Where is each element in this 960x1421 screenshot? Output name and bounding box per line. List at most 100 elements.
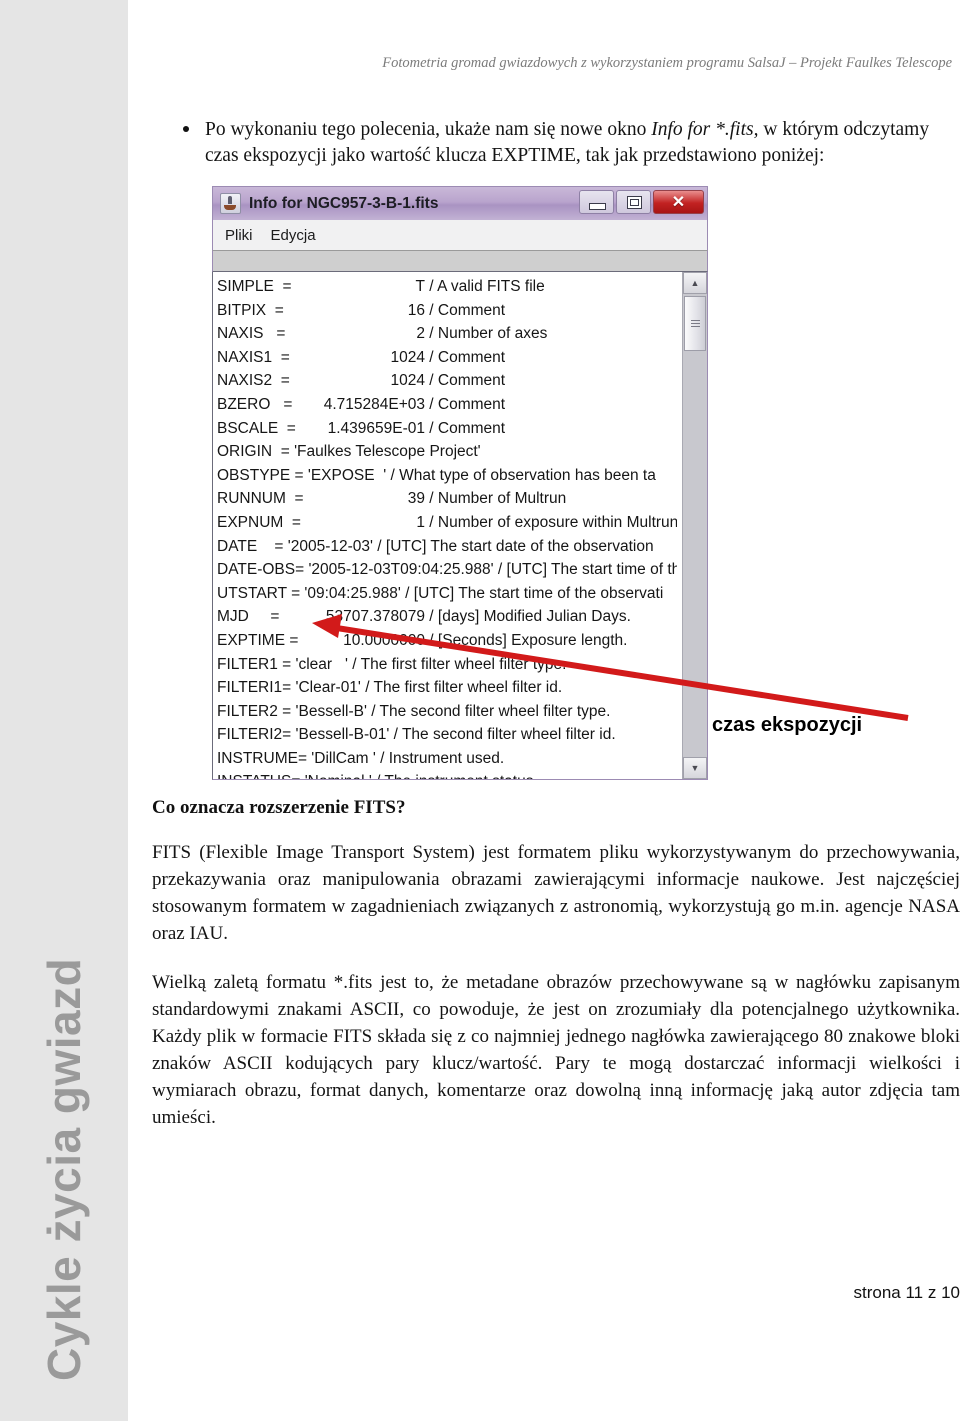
fits-value: 1 [416, 513, 425, 531]
fits-key: FILTER1 = 'clear ' [217, 655, 348, 673]
window-titlebar: Info for NGC957-3-B-1.fits ✕ [212, 186, 708, 220]
paragraph-2: Wielką zaletą formatu *.fits jest to, że… [152, 972, 960, 1128]
close-icon: ✕ [671, 194, 686, 211]
fits-header-line: BSCALE = 1.439659E-01 / Comment [217, 417, 677, 441]
fits-header-line: NAXIS = 2 / Number of axes [217, 322, 677, 346]
scroll-up-arrow-icon[interactable]: ▲ [683, 272, 707, 294]
fits-value: 1024 [390, 348, 425, 366]
fits-comment: / Number of axes [425, 325, 548, 343]
fits-header-line: SIMPLE = T / A valid FITS file [217, 275, 677, 299]
fits-comment: / The second filter wheel filter id. [389, 726, 616, 744]
side-band: Cykle życia gwiazd [0, 0, 128, 1421]
fits-key: ORIGIN = 'Faulkes Telescope Project' [217, 443, 481, 461]
menu-pliki[interactable]: Pliki [225, 227, 253, 244]
close-button[interactable]: ✕ [653, 190, 704, 214]
fits-value: 10.0000000 [343, 631, 425, 649]
fits-header-line: RUNNUM = 39 / Number of Multrun [217, 487, 677, 511]
fits-header-line: MJD = 53707.378079 / [days] Modified Juli… [217, 605, 677, 629]
scrollbar-grip-icon [690, 319, 700, 328]
fits-header-line: FILTER1 = 'clear ' / The first filter wh… [217, 653, 677, 677]
fits-comment: / Comment [425, 395, 506, 413]
fits-comment: / What type of observation has been ta [386, 466, 656, 484]
fits-header-line: FILTER2 = 'Bessell-B' / The second filte… [217, 700, 677, 724]
fits-key: FILTERI2= 'Bessell-B-01' [217, 726, 390, 744]
section-heading: Co oznacza rozszerzenie FITS? [152, 797, 406, 818]
fits-comment: / The first filter wheel filter type. [347, 655, 567, 673]
window-title: Info for NGC957-3-B-1.fits [249, 194, 439, 212]
fits-header-lines: SIMPLE = T / A valid FITS file BITPIX = 16 … [217, 275, 677, 779]
fits-key: INSTRUME= 'DillCam ' [217, 749, 376, 767]
fits-comment: / A valid FITS file [425, 278, 545, 295]
fits-key: DATE = '2005-12-03' [217, 537, 373, 555]
paragraph-1: FITS (Flexible Image Transport System) j… [152, 842, 960, 944]
fits-comment: / The first filter wheel filter id. [360, 679, 563, 697]
fits-key: BZERO = [217, 395, 293, 413]
fits-comment: / [Seconds] Exposure length. [425, 631, 628, 649]
fits-header-line: EXPNUM = 1 / Number of exposure within Mu… [217, 511, 677, 535]
java-coffee-icon [220, 193, 241, 214]
fits-key: NAXIS2 = [217, 372, 290, 390]
fits-header-line: BITPIX = 16 / Comment [217, 299, 677, 323]
fits-header-line: FILTERI1= 'Clear-01' / The first filter … [217, 676, 677, 700]
intro-text-part1: Po wykonaniu tego polecenia, ukaże nam s… [205, 119, 652, 140]
fits-comment: / [UTC] The start time of the observati [400, 584, 664, 602]
fits-comment: / Number of Multrun [425, 490, 567, 508]
fits-key: INSTATUS= 'Nominal ' [217, 770, 372, 779]
fits-key: MJD = [217, 608, 280, 626]
fits-comment: / Instrument used. [375, 749, 505, 767]
intro-block: Po wykonaniu tego polecenia, ukaże nam s… [175, 117, 960, 169]
fits-key: NAXIS1 = [217, 348, 290, 366]
annotation-label: czas ekspozycji [712, 714, 863, 736]
maximize-button[interactable] [616, 190, 651, 214]
fits-header-line: NAXIS2 = 1024 / Comment [217, 369, 677, 393]
fits-value: 16 [407, 301, 425, 319]
fits-header-line: UTSTART = '09:04:25.988' / [UTC] The sta… [217, 582, 677, 606]
fits-header-line: ORIGIN = 'Faulkes Telescope Project' [217, 440, 677, 464]
window-buttons: ✕ [579, 190, 704, 214]
fits-key: EXPNUM = [217, 513, 301, 531]
side-band-label: Cykle życia gwiazd [38, 957, 90, 1381]
fits-header-line: DATE = '2005-12-03' / [UTC] The start da… [217, 535, 677, 559]
fits-comment: / [days] Modified Julian Days. [425, 608, 631, 626]
fits-comment: / Comment [425, 301, 506, 319]
fits-comment: / Comment [425, 419, 506, 437]
fits-value: 2 [416, 325, 425, 343]
fits-key: FILTER2 = 'Bessell-B' [217, 702, 367, 720]
scrollbar-thumb[interactable] [684, 296, 706, 351]
window-toolstrip [212, 250, 708, 272]
fits-value: 53707.378079 [325, 608, 425, 626]
fits-key: FILTERI1= 'Clear-01' [217, 679, 361, 697]
minimize-button[interactable] [579, 190, 614, 214]
running-header: Fotometria gromad gwiazdowych z wykorzys… [382, 55, 952, 71]
fits-value: T [415, 278, 425, 295]
fits-header-line: OBSTYPE = 'EXPOSE ' / What type of obser… [217, 464, 677, 488]
fits-value: 1.439659E-01 [327, 419, 425, 437]
intro-text-italic: Info for *.fits, [651, 119, 759, 140]
page-footer: strona 11 z 10 [853, 1283, 960, 1302]
fits-key: UTSTART = '09:04:25.988' [217, 584, 401, 602]
fits-header-line: INSTATUS= 'Nominal ' / The instrument st… [217, 770, 677, 779]
fits-key: BITPIX = [217, 301, 284, 319]
fits-header-line: BZERO = 4.715284E+03 / Comment [217, 393, 677, 417]
fits-value: 39 [407, 490, 425, 508]
article-body: Co oznacza rozszerzenie FITS? FITS (Flex… [152, 797, 960, 1131]
bullet-dot-icon [183, 126, 189, 132]
vertical-scrollbar[interactable]: ▲ ▼ [682, 272, 707, 779]
window-menubar: Pliki Edycja [212, 220, 708, 250]
fits-key: EXPTIME = [217, 631, 299, 649]
fits-key: RUNNUM = [217, 490, 304, 508]
fits-comment: / Number of exposure within Multrun [425, 513, 677, 531]
fits-key: BSCALE = [217, 419, 296, 437]
fits-comment: / Comment [425, 372, 506, 390]
fits-key: SIMPLE = [217, 278, 292, 295]
scroll-down-arrow-icon[interactable]: ▼ [683, 757, 707, 779]
intro-bullet: Po wykonaniu tego polecenia, ukaże nam s… [175, 117, 960, 169]
fits-header-line: EXPTIME = 10.0000000 / [Seconds] Exposure… [217, 629, 677, 653]
fits-header-text-area[interactable]: SIMPLE = T / A valid FITS file BITPIX = 16 … [212, 272, 708, 780]
fits-header-line: DATE-OBS= '2005-12-03T09:04:25.988' / [U… [217, 558, 677, 582]
fits-value: 4.715284E+03 [323, 395, 425, 413]
minimize-icon [589, 203, 606, 210]
fits-header-line: FILTERI2= 'Bessell-B-01' / The second fi… [217, 723, 677, 747]
menu-edycja[interactable]: Edycja [271, 227, 316, 244]
fits-key: NAXIS = [217, 325, 286, 343]
